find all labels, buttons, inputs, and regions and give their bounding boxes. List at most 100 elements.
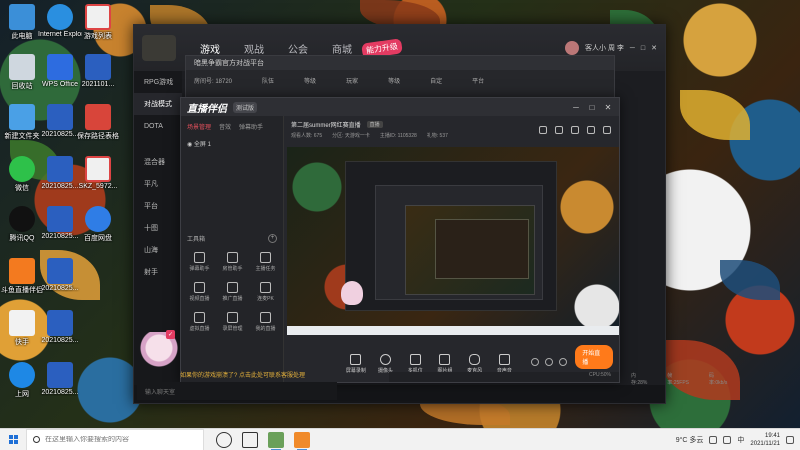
ime-indicator[interactable]: 中	[737, 435, 744, 445]
eye-icon[interactable]: ◉	[187, 142, 192, 148]
gift-icon[interactable]	[555, 126, 563, 134]
internet-explorer-icon	[47, 4, 73, 30]
toolbox-title: 工具箱	[187, 237, 206, 243]
chat-input[interactable]: 输入聊天室	[137, 382, 337, 400]
start-live-button[interactable]: 开始直播	[575, 345, 613, 369]
tab-guild[interactable]: 公会	[288, 41, 308, 56]
tab-audio[interactable]: 音效	[219, 122, 231, 131]
scene-item[interactable]: ◉ 全屏 1	[181, 135, 283, 152]
word-document-icon	[47, 104, 73, 130]
clock[interactable]: 19:41 2021/11/21	[750, 432, 780, 448]
tool-item[interactable]: 录屏管理	[216, 312, 249, 332]
sidebar-item-battle[interactable]: 对战模式	[134, 93, 182, 115]
tool-item[interactable]: 连麦PK	[249, 282, 282, 302]
record-icon[interactable]	[531, 358, 540, 366]
search-input[interactable]	[45, 436, 195, 443]
gear-icon[interactable]	[559, 358, 568, 366]
tool-item[interactable]: 虚拟直播	[183, 312, 216, 332]
game-user-area: 客人小 周 李 ─ □ ✕	[565, 41, 665, 55]
live-status-bar: CPU:50% 内存:28% 帧率:25FPS 码率:0kb/s	[389, 372, 727, 386]
tool-item[interactable]: 视频直播	[183, 282, 216, 302]
tab-games[interactable]: 游戏	[200, 41, 220, 56]
qq-penguin-icon	[9, 206, 35, 232]
desktop-icon-image[interactable]: SKZ_5972...	[76, 156, 120, 190]
desktop-icon-baidu-netdisk[interactable]: 百度网盘	[76, 206, 120, 243]
tool-item[interactable]: 我的直播	[249, 312, 282, 332]
tab-spectate[interactable]: 观战	[244, 41, 264, 56]
add-tool-icon[interactable]: +	[268, 234, 277, 243]
desktop-icon-game-list[interactable]: 游戏列表	[76, 4, 120, 41]
toolbox-header: 工具箱 +	[187, 234, 277, 243]
sidebar-item-rpg[interactable]: RPG游戏	[134, 71, 182, 93]
mascot-tag: ✓	[166, 330, 176, 339]
volume-icon[interactable]	[723, 435, 732, 444]
tool-item[interactable]: 推广直播	[216, 282, 249, 302]
avatar[interactable]	[565, 41, 580, 55]
tool-icon	[260, 312, 271, 323]
bag-icon[interactable]	[571, 126, 579, 134]
scene-tabs: 场景管理 音效 弹幕助手	[181, 116, 283, 135]
word-document-icon	[47, 258, 73, 284]
weather-status[interactable]: 9°C 多云	[676, 435, 704, 445]
minimize-button[interactable]: ─	[571, 103, 581, 112]
desktop-icon-doc[interactable]: 20210825...	[38, 258, 82, 292]
cortana-icon[interactable]	[216, 431, 232, 448]
user-name[interactable]: 客人小 周 李	[585, 43, 624, 53]
microphone-button[interactable]: 麦克风	[460, 354, 490, 374]
network-icon[interactable]	[709, 435, 718, 444]
sidebar-item-dota[interactable]: DOTA	[134, 115, 182, 137]
notification-icon[interactable]	[786, 435, 794, 444]
tool-item[interactable]: 房管助手	[216, 252, 249, 272]
tool-item[interactable]: 主播任务	[249, 252, 282, 272]
tab-shop[interactable]: 商城	[332, 41, 352, 56]
tab-scenes[interactable]: 场景管理	[187, 122, 211, 131]
maximize-button[interactable]: □	[587, 103, 597, 112]
tool-item[interactable]: 弹幕助手	[183, 252, 216, 272]
close-icon[interactable]: ✕	[651, 44, 657, 52]
sidebar-item-plain[interactable]: 平凡	[134, 173, 182, 195]
room-title-text[interactable]: 第二届summer网红赛直播	[291, 120, 361, 129]
desktop-icon-label: 游戏列表	[84, 33, 112, 40]
stream-preview[interactable]	[287, 147, 619, 335]
maximize-icon[interactable]: □	[641, 45, 645, 52]
sidebar-item-mountain[interactable]: 山海	[134, 239, 182, 261]
speaker-button[interactable]: 音声音	[490, 354, 520, 374]
sidebar-item-platform[interactable]: 平台	[134, 195, 182, 217]
multi-camera-button[interactable]: 多机位	[400, 354, 430, 374]
image-file-icon	[85, 156, 111, 182]
screen-record-button[interactable]: 屏幕录制	[341, 354, 371, 374]
image-icon	[439, 354, 451, 365]
sidebar-item-ten[interactable]: 十图	[134, 217, 182, 239]
desktop-icon-table[interactable]: 保存路径表格	[76, 104, 120, 141]
close-button[interactable]: ✕	[603, 103, 613, 112]
desktop-icon-doc[interactable]: 2021101...	[76, 54, 120, 88]
column-header: 队伍	[262, 79, 275, 85]
taskbar-search[interactable]	[26, 428, 204, 450]
camera-button[interactable]: 摄像头	[371, 354, 401, 374]
image-button[interactable]: 图片组	[430, 354, 460, 374]
room-category[interactable]: 分区: 天游戏一卡	[332, 132, 370, 139]
computer-icon	[9, 4, 35, 30]
folder-icon	[9, 104, 35, 130]
desktop-icon-doc[interactable]: 20210825...	[38, 310, 82, 344]
minimize-icon[interactable]: ─	[630, 45, 635, 52]
settings-icon[interactable]	[545, 358, 554, 366]
tool-icon	[194, 252, 205, 263]
task-view-icon[interactable]	[242, 431, 258, 448]
room-tag[interactable]: 直播	[366, 121, 383, 128]
window-controls: ─ □ ✕	[571, 103, 619, 112]
word-document-icon	[47, 206, 73, 232]
tab-danmu[interactable]: 弹幕助手	[239, 122, 263, 131]
notice-text[interactable]: 如果你的游戏崩溃了? 点击此处可联系客服处理	[180, 370, 305, 379]
live-companion-taskbar-icon[interactable]	[294, 431, 310, 450]
link-icon[interactable]	[603, 126, 611, 134]
start-button[interactable]	[0, 429, 26, 450]
bitrate-status: 码率:0kb/s	[709, 373, 728, 386]
share-icon[interactable]	[539, 126, 547, 134]
sidebar-item-shooter[interactable]: 射手	[134, 261, 182, 283]
tool-icon	[194, 312, 205, 323]
desktop-icon-doc[interactable]: 20210825...	[38, 362, 82, 396]
game-platform-taskbar-icon[interactable]	[268, 431, 284, 450]
bell-icon[interactable]	[587, 126, 595, 134]
sidebar-item-mixer[interactable]: 混合器	[134, 151, 182, 173]
